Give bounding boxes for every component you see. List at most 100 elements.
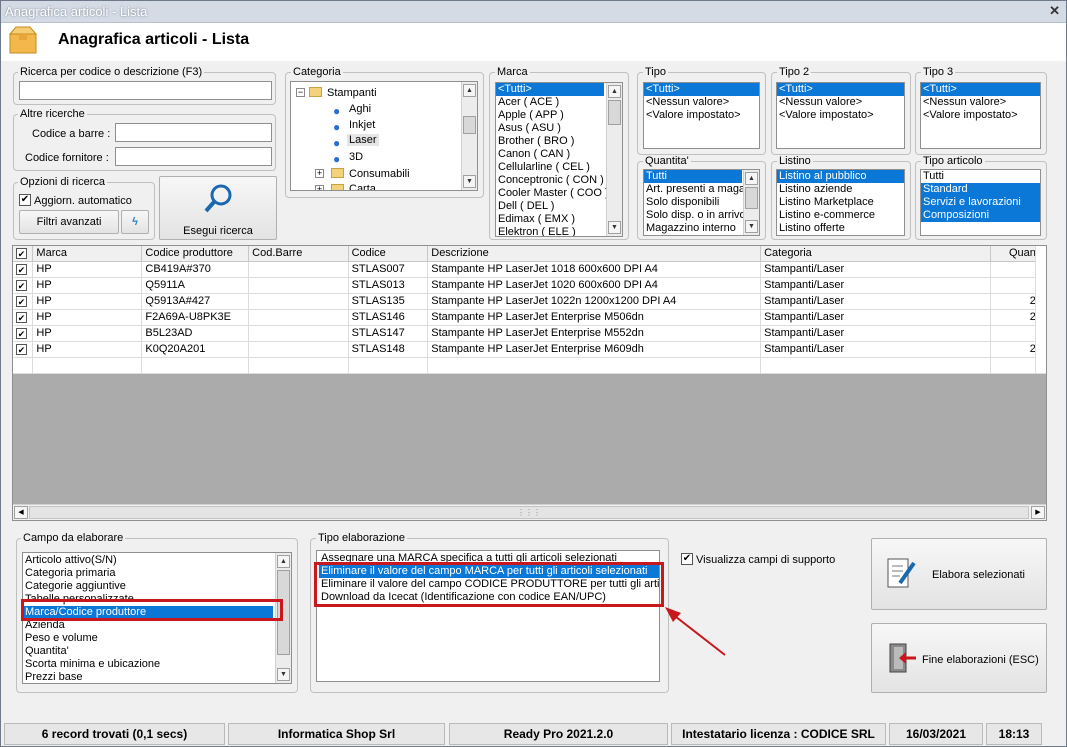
barcode-input[interactable]	[115, 123, 272, 142]
brand-list-item[interactable]: Elektron ( ELE )	[496, 226, 604, 236]
brand-list-item[interactable]: Brother ( BRO )	[496, 135, 604, 148]
table-row[interactable]: ✔ HP Q5913A#427 STLAS135 Stampante HP LaserJ…	[13, 293, 1046, 310]
articles-grid[interactable]: ✔ Marca Codice produttore Cod.Barre Codice De…	[12, 245, 1047, 521]
type-list-item[interactable]: <Tutti>	[644, 83, 759, 96]
quantity-list-item[interactable]: Magazzino interno	[644, 222, 742, 235]
search-input[interactable]	[19, 81, 272, 100]
article-type-item[interactable]: Servizi e lavorazioni	[921, 196, 1040, 209]
tree-item-aghi[interactable]: Aghi	[349, 103, 371, 115]
close-icon[interactable]: ✕	[1049, 3, 1060, 19]
barcode-label: Codice a barre :	[32, 128, 111, 140]
field-list-item[interactable]: Quantita'	[23, 645, 273, 658]
brand-list-item[interactable]: Acer ( ACE )	[496, 96, 604, 109]
type2-list-item[interactable]: <Tutti>	[777, 83, 904, 96]
pricelist-item[interactable]: Listino offerte	[777, 222, 904, 235]
quantity-list-item[interactable]: Solo disp. o in arrivo	[644, 209, 746, 222]
column-header[interactable]: Cod.Barre	[248, 246, 349, 262]
type3-list[interactable]: <Tutti> <Nessun valore> <Valore impostato>	[920, 82, 1041, 149]
column-header[interactable]: Marca	[32, 246, 143, 262]
article-type-list[interactable]: Tutti Standard Servizi e lavorazioni Compos…	[920, 169, 1041, 236]
quantity-scrollbar[interactable]: ▲ ▼	[743, 170, 759, 235]
article-type-item[interactable]: Composizioni	[921, 209, 1040, 222]
category-tree[interactable]: − Stampanti ● Aghi ● Inkjet ● Laser ● 3D…	[290, 81, 478, 191]
quantity-list-item[interactable]: Tutti	[644, 170, 742, 183]
tree-item-carta[interactable]: Carta	[349, 183, 376, 190]
field-list-item[interactable]: Prezzi base	[23, 671, 273, 683]
table-row[interactable]: ✔ HP K0Q20A201 STLAS148 Stampante HP LaserJe…	[13, 341, 1046, 358]
articles-table[interactable]: ✔ Marca Codice produttore Cod.Barre Codice De…	[13, 246, 1046, 374]
row-checkbox[interactable]: ✔	[13, 261, 34, 278]
table-row-empty[interactable]	[13, 357, 1046, 374]
table-cell	[13, 357, 34, 374]
select-all-checkbox[interactable]: ✔	[13, 246, 34, 262]
type3-list-item[interactable]: <Nessun valore>	[921, 96, 1040, 109]
tree-item-consumabili[interactable]: Consumabili	[349, 168, 410, 180]
field-list-item[interactable]: Categoria primaria	[23, 567, 273, 580]
row-checkbox[interactable]: ✔	[13, 309, 34, 326]
quantity-list[interactable]: Tutti Art. presenti a magazzino Solo dispo…	[643, 169, 760, 236]
support-fields-checkbox[interactable]: ✔	[681, 553, 693, 565]
folder-icon	[331, 184, 344, 190]
brand-list-item[interactable]: Cellularline ( CEL )	[496, 161, 604, 174]
category-scrollbar[interactable]: ▲ ▼	[461, 82, 477, 190]
pricelist-item[interactable]: Listino aziende	[777, 183, 904, 196]
row-checkbox[interactable]: ✔	[13, 325, 34, 342]
brand-list-item[interactable]: Canon ( CAN )	[496, 148, 604, 161]
type3-list-item[interactable]: <Valore impostato>	[921, 109, 1040, 122]
auto-update-checkbox[interactable]: ✔	[19, 194, 31, 206]
row-checkbox[interactable]: ✔	[13, 341, 34, 358]
type2-list[interactable]: <Tutti> <Nessun valore> <Valore impostato>	[776, 82, 905, 149]
type2-list-item[interactable]: <Nessun valore>	[777, 96, 904, 109]
brand-list-item[interactable]: Asus ( ASU )	[496, 122, 604, 135]
table-row[interactable]: ✔ HP B5L23AD STLAS147 Stampante HP LaserJet …	[13, 325, 1046, 342]
tree-item-stampanti[interactable]: Stampanti	[327, 87, 377, 99]
row-checkbox[interactable]: ✔	[13, 293, 34, 310]
lightning-icon[interactable]: ϟ	[121, 210, 149, 234]
brand-list[interactable]: <Tutti> Acer ( ACE ) Apple ( APP ) Asus ( A…	[495, 82, 623, 237]
type2-list-item[interactable]: <Valore impostato>	[777, 109, 904, 122]
table-cell: HP	[32, 341, 143, 358]
tree-item-laser[interactable]: Laser	[347, 134, 379, 146]
column-header[interactable]: Codice produttore	[141, 246, 250, 262]
quantity-list-item[interactable]: Art. presenti a magazzino	[644, 183, 759, 196]
pricelist-item[interactable]: Listino al pubblico	[777, 170, 904, 183]
pricelist-item[interactable]: Listino e-commerce	[777, 209, 904, 222]
end-processing-button[interactable]: Fine elaborazioni (ESC)	[871, 623, 1047, 693]
type-list-item[interactable]: <Nessun valore>	[644, 96, 759, 109]
brand-list-item[interactable]: Edimax ( EMX )	[496, 213, 604, 226]
field-list-item[interactable]: Articolo attivo(S/N)	[23, 554, 273, 567]
field-list-item[interactable]: Scorta minima e ubicazione	[23, 658, 273, 671]
brand-list-item[interactable]: Apple ( APP )	[496, 109, 604, 122]
field-list-item[interactable]: Peso e volume	[23, 632, 273, 645]
article-type-item[interactable]: Tutti	[921, 170, 1040, 183]
table-row[interactable]: ✔ HP Q5911A STLAS013 Stampante HP LaserJet 1…	[13, 277, 1046, 294]
advanced-filters-button[interactable]: Filtri avanzati	[19, 210, 119, 234]
column-header[interactable]: Descrizione	[427, 246, 762, 262]
run-search-button[interactable]: Esegui ricerca	[159, 176, 277, 240]
type-list-item[interactable]: <Valore impostato>	[644, 109, 759, 122]
type3-list-item[interactable]: <Tutti>	[921, 83, 1040, 96]
user-group-icon: ●	[333, 136, 341, 150]
process-selected-button[interactable]: Elabora selezionati	[871, 538, 1047, 610]
brand-list-item[interactable]: <Tutti>	[496, 83, 604, 96]
column-header[interactable]: Codice	[348, 246, 429, 262]
pricelist-item[interactable]: Listino Marketplace	[777, 196, 904, 209]
tree-item-inkjet[interactable]: Inkjet	[349, 119, 375, 131]
table-row[interactable]: ✔ HP F2A69A-U8PK3E STLAS146 Stampante HP Las…	[13, 309, 1046, 326]
article-type-item[interactable]: Standard	[921, 183, 1040, 196]
brand-list-item[interactable]: Conceptronic ( CON )	[496, 174, 604, 187]
grid-horizontal-scrollbar[interactable]: ◀ ⋮⋮⋮ ▶	[13, 504, 1046, 520]
brand-list-item[interactable]: Cooler Master ( COO )	[496, 187, 609, 200]
brand-list-item[interactable]: Dell ( DEL )	[496, 200, 604, 213]
table-row[interactable]: ✔ HP CB419A#370 STLAS007 Stampante HP LaserJ…	[13, 261, 1046, 278]
quantity-list-item[interactable]: Solo disponibili	[644, 196, 742, 209]
row-checkbox[interactable]: ✔	[13, 277, 34, 294]
field-list-item[interactable]: Categorie aggiuntive	[23, 580, 273, 593]
supplier-code-input[interactable]	[115, 147, 272, 166]
tree-item-3d[interactable]: 3D	[349, 151, 363, 163]
pricelist-list[interactable]: Listino al pubblico Listino aziende Listin…	[776, 169, 905, 236]
brand-scrollbar[interactable]: ▲ ▼	[606, 83, 622, 236]
type-list[interactable]: <Tutti> <Nessun valore> <Valore impostato>	[643, 82, 760, 149]
table-cell: Q5913A#427	[141, 293, 250, 310]
column-header[interactable]: Categoria	[760, 246, 992, 262]
